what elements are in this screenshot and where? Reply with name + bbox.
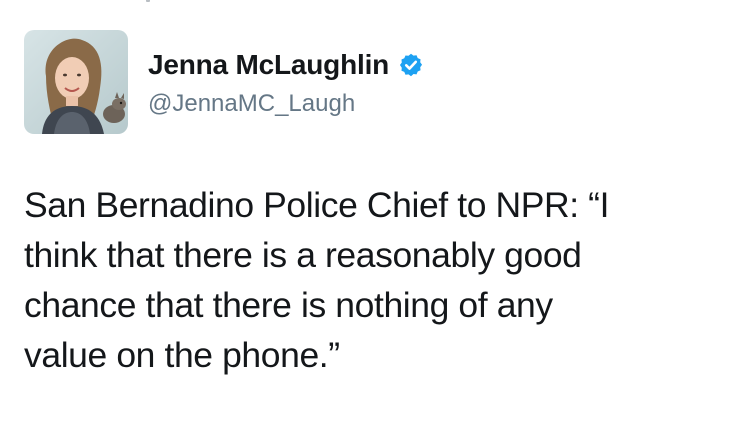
tweet-header: Jenna McLaughlin @JennaMC_Laugh bbox=[24, 30, 424, 134]
display-name[interactable]: Jenna McLaughlin bbox=[148, 49, 389, 81]
tweet-text: San Bernadino Police Chief to NPR: “I th… bbox=[24, 185, 610, 375]
name-row: Jenna McLaughlin bbox=[148, 48, 424, 82]
avatar-image bbox=[24, 30, 128, 134]
previous-tweet-fragment bbox=[146, 0, 150, 2]
tweet-card: Jenna McLaughlin @JennaMC_Laugh San Bern… bbox=[0, 0, 750, 421]
verified-badge-icon bbox=[398, 52, 424, 78]
user-info: Jenna McLaughlin @JennaMC_Laugh bbox=[148, 48, 424, 118]
user-handle[interactable]: @JennaMC_Laugh bbox=[148, 90, 424, 118]
avatar[interactable] bbox=[24, 30, 128, 134]
